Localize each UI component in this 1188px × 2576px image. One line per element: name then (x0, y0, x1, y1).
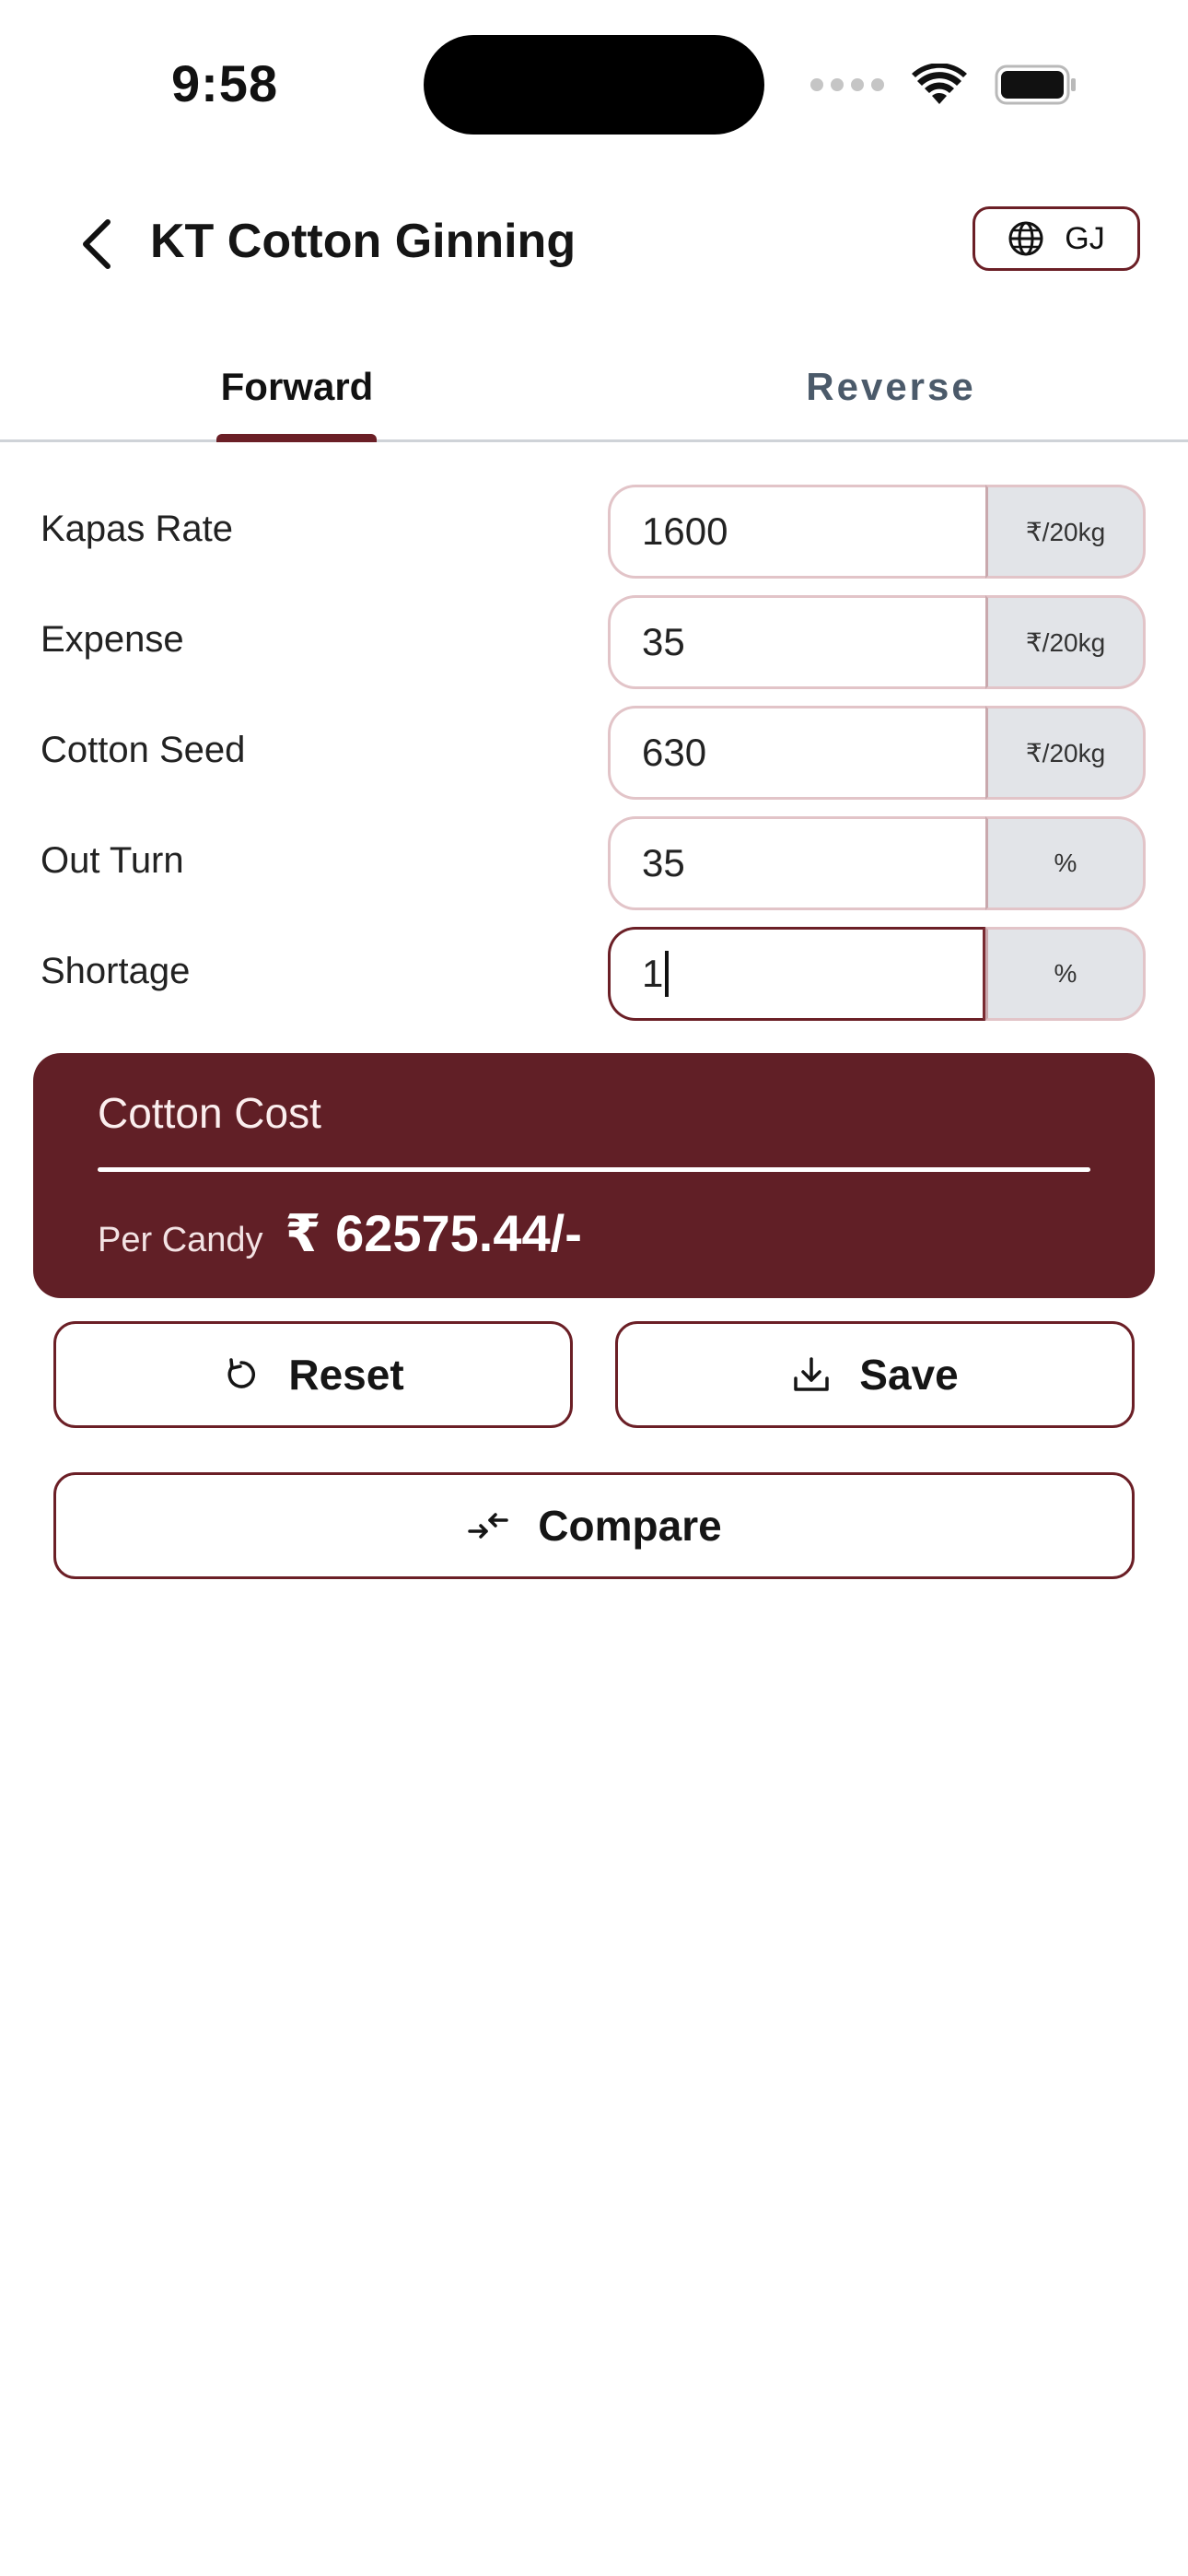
tab-forward[interactable]: Forward (0, 332, 594, 442)
cotton-cost-card: Cotton Cost Per Candy ₹ 62575.44/- (33, 1053, 1155, 1298)
kapas-rate-unit: ₹/20kg (985, 485, 1146, 579)
tab-reverse-label: Reverse (806, 365, 976, 408)
expense-label: Expense (41, 619, 184, 660)
shortage-input-value: 1 (642, 952, 664, 995)
wifi-icon (912, 64, 967, 106)
cotton-seed-input[interactable]: 630 (608, 706, 985, 800)
kapas-rate-field-group: 1600 ₹/20kg (608, 485, 1146, 579)
out-turn-unit: % (985, 816, 1146, 910)
result-divider (98, 1167, 1090, 1172)
cotton-seed-field-group: 630 ₹/20kg (608, 706, 1146, 800)
form-row-out-turn: Out Turn 35 % (0, 814, 1188, 925)
app-header: KT Cotton Ginning GJ (0, 193, 1188, 295)
chevron-left-icon (83, 219, 111, 269)
expense-field-group: 35 ₹/20kg (608, 595, 1146, 689)
language-button[interactable]: GJ (973, 206, 1140, 271)
out-turn-field-group: 35 % (608, 816, 1146, 910)
kapas-rate-input[interactable]: 1600 (608, 485, 985, 579)
compare-arrows-icon (468, 1513, 509, 1539)
reset-button-label: Reset (288, 1351, 404, 1399)
cellular-signal-icon (810, 78, 884, 91)
form-row-kapas-rate: Kapas Rate 1600 ₹/20kg (0, 483, 1188, 593)
mode-tabs: Forward Reverse (0, 332, 1188, 442)
form-row-cotton-seed: Cotton Seed 630 ₹/20kg (0, 704, 1188, 814)
battery-icon (995, 64, 1077, 105)
refresh-icon (227, 1358, 256, 1388)
expense-input[interactable]: 35 (608, 595, 985, 689)
download-icon (794, 1357, 830, 1391)
expense-unit: ₹/20kg (985, 595, 1146, 689)
save-button-label: Save (859, 1351, 959, 1399)
shortage-unit: % (985, 927, 1146, 1021)
shortage-input[interactable]: 1 (608, 927, 985, 1021)
tab-forward-label: Forward (220, 365, 374, 408)
compare-button[interactable]: Compare (53, 1472, 1135, 1579)
shortage-label: Shortage (41, 951, 191, 991)
status-time: 9:58 (171, 54, 279, 112)
cotton-seed-label: Cotton Seed (41, 730, 246, 770)
out-turn-label: Out Turn (41, 840, 184, 881)
per-candy-label: Per Candy (98, 1221, 263, 1259)
back-button[interactable] (64, 212, 129, 276)
globe-icon (1008, 221, 1043, 256)
form-row-shortage: Shortage 1 % (0, 925, 1188, 1036)
dynamic-island (424, 35, 764, 135)
kapas-rate-label: Kapas Rate (41, 509, 234, 549)
shortage-field-group: 1 % (608, 927, 1146, 1021)
compare-button-label: Compare (538, 1502, 722, 1550)
tab-reverse[interactable]: Reverse (594, 332, 1188, 442)
status-icons (810, 57, 1077, 112)
form-row-expense: Expense 35 ₹/20kg (0, 593, 1188, 704)
reset-button[interactable]: Reset (53, 1321, 573, 1428)
result-line: Per Candy ₹ 62575.44/- (98, 1203, 1090, 1264)
cotton-cost-title: Cotton Cost (98, 1089, 321, 1137)
screen: 9:58 KT Cotton Ginning GJ Forward Revers… (0, 0, 1188, 2576)
per-candy-value: ₹ 62575.44/- (285, 1204, 582, 1262)
language-label: GJ (1065, 220, 1105, 256)
input-form: Kapas Rate 1600 ₹/20kg Expense 35 ₹/20kg… (0, 483, 1188, 1036)
out-turn-input[interactable]: 35 (608, 816, 985, 910)
active-tab-indicator (216, 434, 377, 442)
cotton-seed-unit: ₹/20kg (985, 706, 1146, 800)
page-title: KT Cotton Ginning (150, 215, 577, 268)
save-button[interactable]: Save (615, 1321, 1135, 1428)
text-caret (665, 950, 670, 997)
